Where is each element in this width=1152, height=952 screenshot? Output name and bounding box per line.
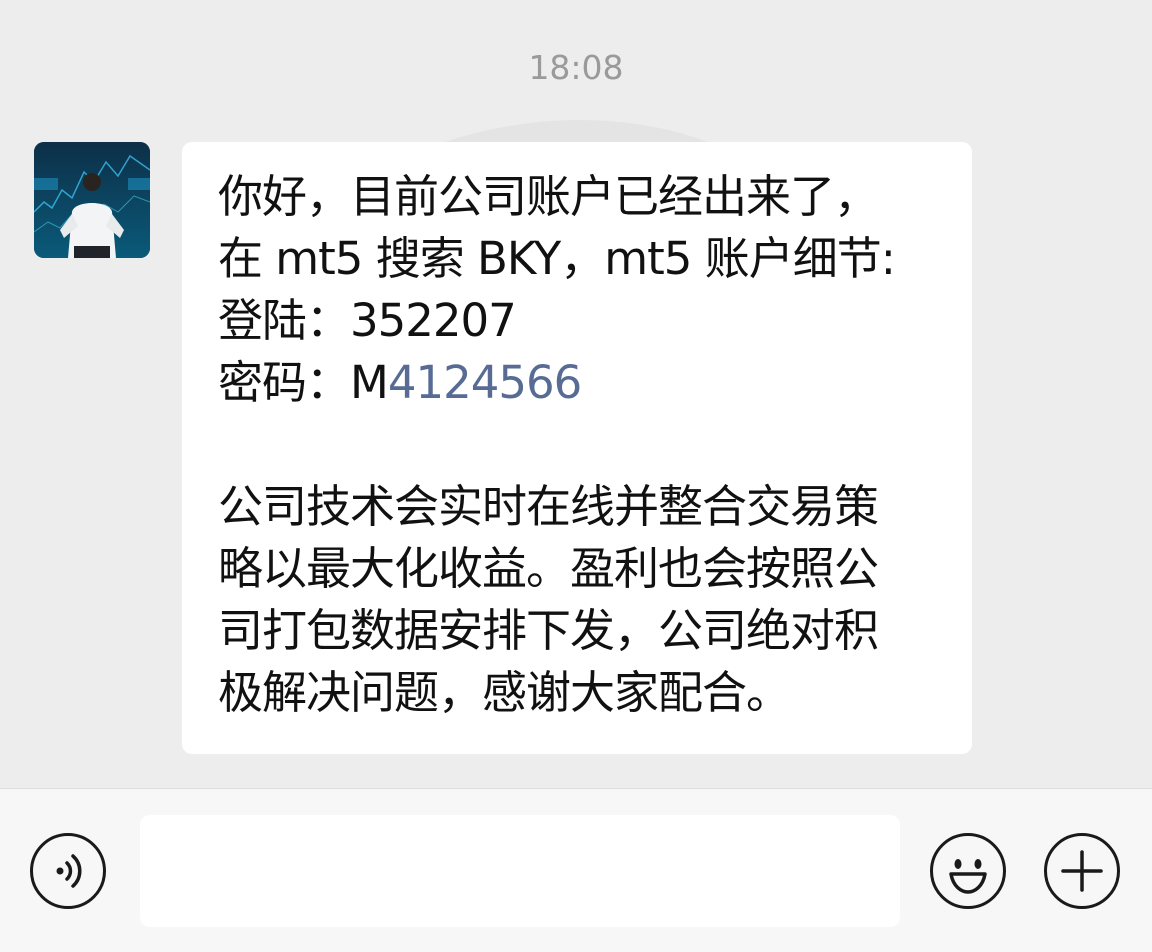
password-line: 密码：M4124566 xyxy=(218,352,952,414)
password-label: 密码：M xyxy=(218,356,389,409)
more-button[interactable] xyxy=(1044,833,1120,909)
sender-avatar[interactable] xyxy=(34,142,150,258)
message-bubble[interactable]: 你好，目前公司账户已经出来了， 在 mt5 搜索 BKY，mt5 账户细节: 登… xyxy=(182,142,972,754)
chat-input-bar xyxy=(0,788,1152,952)
message-line: 司打包数据安排下发，公司绝对积 xyxy=(218,604,879,657)
voice-icon xyxy=(56,854,82,888)
message-line: 在 mt5 搜索 BKY，mt5 账户细节: xyxy=(218,232,896,285)
message-input[interactable] xyxy=(140,815,900,927)
message-line: 你好，目前公司账户已经出来了， xyxy=(218,170,879,223)
emoji-button[interactable] xyxy=(930,833,1006,909)
password-number-link[interactable]: 4124566 xyxy=(388,356,582,409)
voice-button[interactable] xyxy=(30,833,106,909)
message-line: 略以最大化收益。盈利也会按照公 xyxy=(218,542,879,595)
message-line: 公司技术会实时在线并整合交易策 xyxy=(218,480,879,533)
message-timestamp: 18:08 xyxy=(528,48,624,87)
emoji-icon xyxy=(949,859,987,894)
trader-avatar-icon xyxy=(34,142,150,258)
message-line: 极解决问题，感谢大家配合。 xyxy=(218,666,791,719)
plus-icon xyxy=(1061,850,1103,892)
message-line: 登陆：352207 xyxy=(218,294,517,347)
